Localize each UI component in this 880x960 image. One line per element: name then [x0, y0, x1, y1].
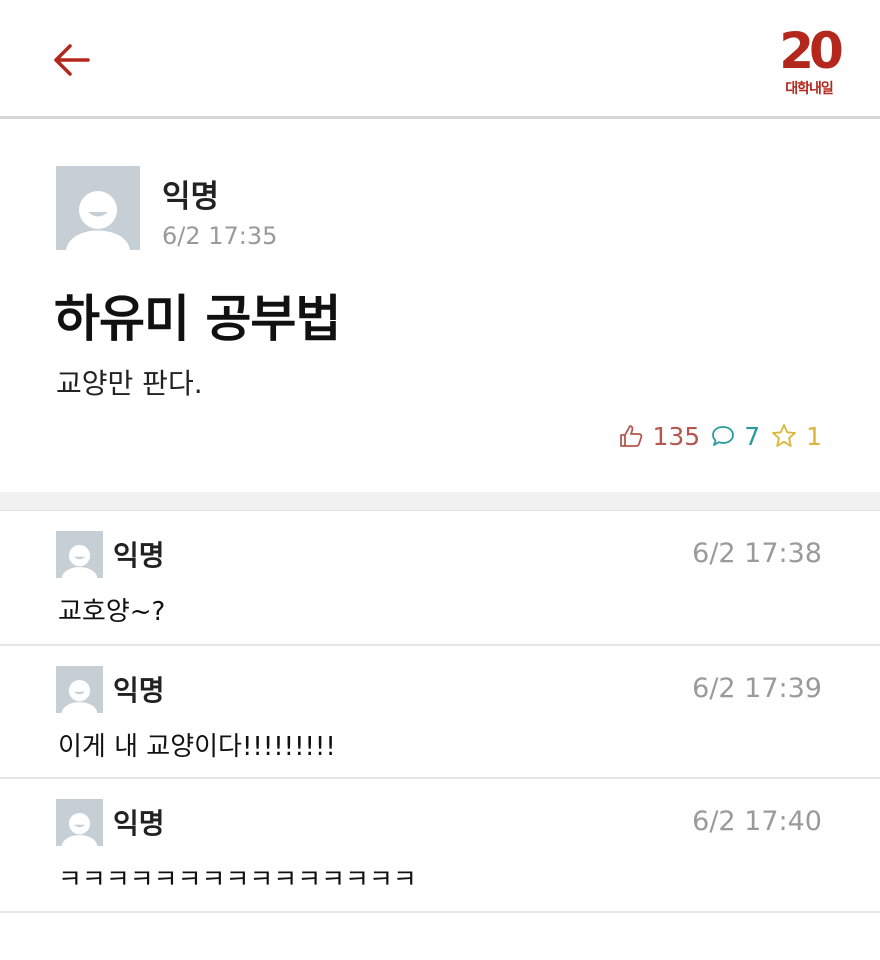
brand-logo[interactable]: 20 대학내일	[776, 22, 844, 100]
logo-number: 20	[779, 22, 844, 80]
comment-text: 이게 내 교양이다!!!!!!!!!	[58, 732, 336, 762]
comment-item: 익명 6/2 17:38 교호양~?	[0, 511, 880, 646]
comment-author: 익명	[113, 674, 165, 707]
avatar	[56, 166, 140, 250]
star-icon	[772, 424, 796, 447]
default-avatar-icon	[56, 531, 103, 578]
top-bar: 20 대학내일	[0, 0, 880, 119]
comment-item: 익명 6/2 17:39 이게 내 교양이다!!!!!!!!!	[0, 646, 880, 779]
default-avatar-icon	[56, 799, 103, 846]
comment-text: ㅋㅋㅋㅋㅋㅋㅋㅋㅋㅋㅋㅋㅋㅋㅋ	[58, 865, 417, 895]
post-time: 6/2 17:35	[162, 222, 278, 250]
avatar	[56, 799, 103, 846]
comment-item: 익명 6/2 17:40 ㅋㅋㅋㅋㅋㅋㅋㅋㅋㅋㅋㅋㅋㅋㅋ	[0, 779, 880, 913]
scrap-button[interactable]: 1	[770, 422, 822, 451]
like-count: 135	[652, 421, 701, 451]
post-author: 익명	[162, 179, 220, 215]
avatar	[56, 531, 103, 578]
comment-time: 6/2 17:39	[692, 673, 822, 704]
comment-author: 익명	[113, 539, 165, 572]
comment-count-button[interactable]: 7	[710, 422, 760, 451]
back-button[interactable]	[48, 36, 96, 84]
comment-author: 익명	[113, 807, 165, 840]
post-title: 하유미 공부법	[54, 290, 341, 348]
section-divider	[0, 492, 880, 511]
avatar	[56, 666, 103, 713]
thumbs-up-icon	[620, 425, 643, 447]
arrow-left-icon	[54, 44, 90, 76]
scrap-count: 1	[806, 421, 822, 451]
logo-text: 대학내일	[785, 81, 834, 97]
comment-time: 6/2 17:38	[692, 538, 822, 569]
post-stats: 135 7 1	[618, 419, 822, 453]
like-button[interactable]: 135	[618, 422, 700, 451]
post: 익명 6/2 17:35 하유미 공부법 교양만 판다. 135 7 1	[0, 119, 880, 492]
comment-time: 6/2 17:40	[692, 806, 822, 837]
comment-count: 7	[744, 421, 761, 451]
default-avatar-icon	[56, 666, 103, 713]
comment-text: 교호양~?	[58, 597, 166, 627]
default-avatar-icon	[56, 166, 140, 250]
post-body: 교양만 판다.	[56, 367, 203, 400]
speech-bubble-icon	[712, 426, 735, 446]
